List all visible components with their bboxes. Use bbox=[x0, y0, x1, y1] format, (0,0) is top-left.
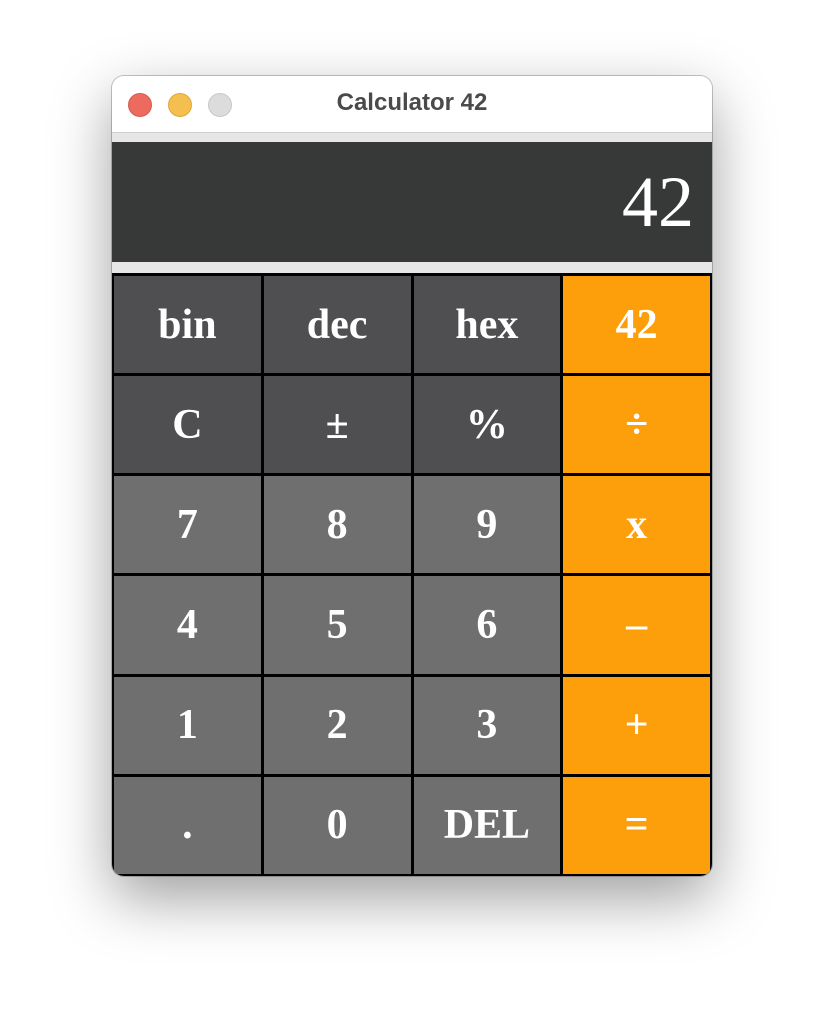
digit-6-button[interactable]: 6 bbox=[413, 576, 561, 674]
sign-toggle-button[interactable]: ± bbox=[263, 376, 411, 474]
digit-8-button[interactable]: 8 bbox=[263, 476, 411, 574]
answer-42-button[interactable]: 42 bbox=[563, 276, 710, 374]
dec-button[interactable]: dec bbox=[263, 276, 411, 374]
title-bar: Calculator 42 bbox=[112, 76, 712, 133]
subtract-button[interactable]: – bbox=[563, 576, 710, 674]
digit-0-button[interactable]: 0 bbox=[263, 776, 411, 874]
digit-2-button[interactable]: 2 bbox=[263, 676, 411, 774]
percent-button[interactable]: % bbox=[413, 376, 561, 474]
decimal-point-button[interactable]: . bbox=[114, 776, 261, 874]
divide-button[interactable]: ÷ bbox=[563, 376, 710, 474]
digit-9-button[interactable]: 9 bbox=[413, 476, 561, 574]
digit-7-button[interactable]: 7 bbox=[114, 476, 261, 574]
clear-button[interactable]: C bbox=[114, 376, 261, 474]
delete-button[interactable]: DEL bbox=[413, 776, 561, 874]
display-value: 42 bbox=[622, 162, 694, 242]
digit-1-button[interactable]: 1 bbox=[114, 676, 261, 774]
digit-5-button[interactable]: 5 bbox=[263, 576, 411, 674]
hex-button[interactable]: hex bbox=[413, 276, 561, 374]
calculator-display: 42 bbox=[112, 142, 712, 262]
equals-button[interactable]: = bbox=[563, 776, 710, 874]
multiply-button[interactable]: x bbox=[563, 476, 710, 574]
calculator-window: Calculator 42 42 bin dec hex 42 C ± % ÷ … bbox=[112, 76, 712, 876]
keypad: bin dec hex 42 C ± % ÷ 7 8 9 x 4 5 6 – 1… bbox=[112, 273, 712, 876]
window-title: Calculator 42 bbox=[336, 89, 488, 116]
add-button[interactable]: + bbox=[563, 676, 710, 774]
digit-3-button[interactable]: 3 bbox=[413, 676, 561, 774]
bin-button[interactable]: bin bbox=[114, 276, 261, 374]
digit-4-button[interactable]: 4 bbox=[114, 576, 261, 674]
